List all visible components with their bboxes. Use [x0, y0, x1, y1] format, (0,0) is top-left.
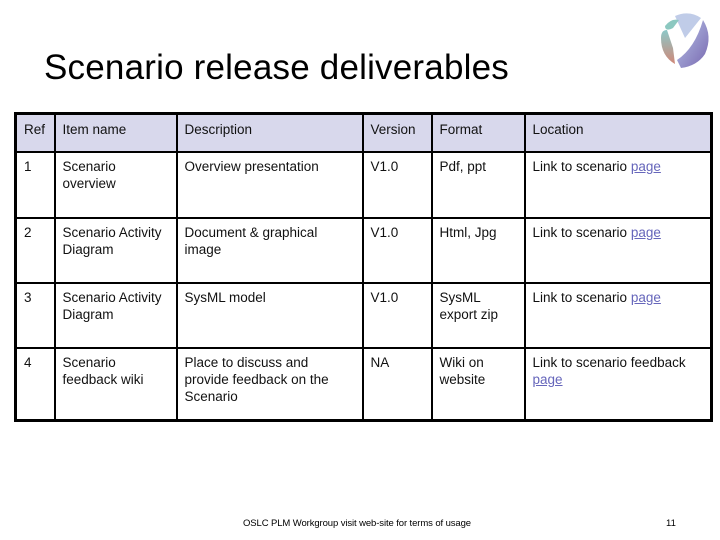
cell-location: Link to scenario page: [523, 282, 713, 349]
footer-text: OSLC PLM Workgroup visit web-site for te…: [243, 518, 471, 529]
cell-description: Overview presentation: [175, 151, 364, 219]
cell-version: V1.0: [361, 151, 433, 219]
cell-version: V1.0: [361, 217, 433, 284]
cell-location: Link to scenario page: [523, 151, 713, 219]
cell-item-name: Scenario Activity Diagram: [53, 282, 178, 349]
deliverables-table: Ref Item name Description Version Format…: [14, 112, 713, 422]
oslc-logo-icon: [655, 8, 713, 70]
cell-version: NA: [361, 347, 433, 422]
table-row: 4 Scenario feedback wiki Place to discus…: [14, 347, 713, 422]
table-row: 2 Scenario Activity Diagram Document & g…: [14, 217, 713, 284]
cell-format: SysML export zip: [430, 282, 526, 349]
table-row: 1 Scenario overview Overview presentatio…: [14, 151, 713, 219]
header-location: Location: [523, 112, 713, 153]
cell-ref: 2: [14, 217, 56, 284]
cell-description: SysML model: [175, 282, 364, 349]
header-description: Description: [175, 112, 364, 153]
cell-ref: 3: [14, 282, 56, 349]
cell-item-name: Scenario overview: [53, 151, 178, 219]
feedback-page-link[interactable]: page: [533, 372, 563, 387]
location-text: Link to scenario feedback: [532, 355, 686, 370]
cell-version: V1.0: [361, 282, 433, 349]
table-row: 3 Scenario Activity Diagram SysML model …: [14, 282, 713, 349]
header-item-name: Item name: [53, 112, 178, 153]
page-number: 11: [666, 518, 676, 529]
table-header-row: Ref Item name Description Version Format…: [14, 112, 713, 153]
cell-location: Link to scenario feedback page: [523, 347, 713, 422]
cell-item-name: Scenario Activity Diagram: [53, 217, 178, 284]
header-format: Format: [430, 112, 526, 153]
header-ref: Ref: [14, 112, 56, 153]
cell-location: Link to scenario page: [523, 217, 713, 284]
slide-title: Scenario release deliverables: [44, 48, 509, 87]
cell-format: Wiki on website: [430, 347, 526, 422]
cell-ref: 1: [14, 151, 56, 219]
scenario-page-link[interactable]: page: [631, 225, 661, 240]
location-text: Link to scenario: [532, 159, 628, 174]
header-version: Version: [361, 112, 433, 153]
cell-format: Html, Jpg: [430, 217, 526, 284]
cell-ref: 4: [14, 347, 56, 422]
scenario-page-link[interactable]: page: [631, 290, 661, 305]
cell-description: Place to discuss and provide feedback on…: [175, 347, 364, 422]
location-text: Link to scenario: [532, 290, 628, 305]
cell-item-name: Scenario feedback wiki: [53, 347, 178, 422]
location-text: Link to scenario: [532, 225, 628, 240]
cell-format: Pdf, ppt: [430, 151, 526, 219]
cell-description: Document & graphical image: [175, 217, 364, 284]
scenario-page-link[interactable]: page: [631, 159, 661, 174]
